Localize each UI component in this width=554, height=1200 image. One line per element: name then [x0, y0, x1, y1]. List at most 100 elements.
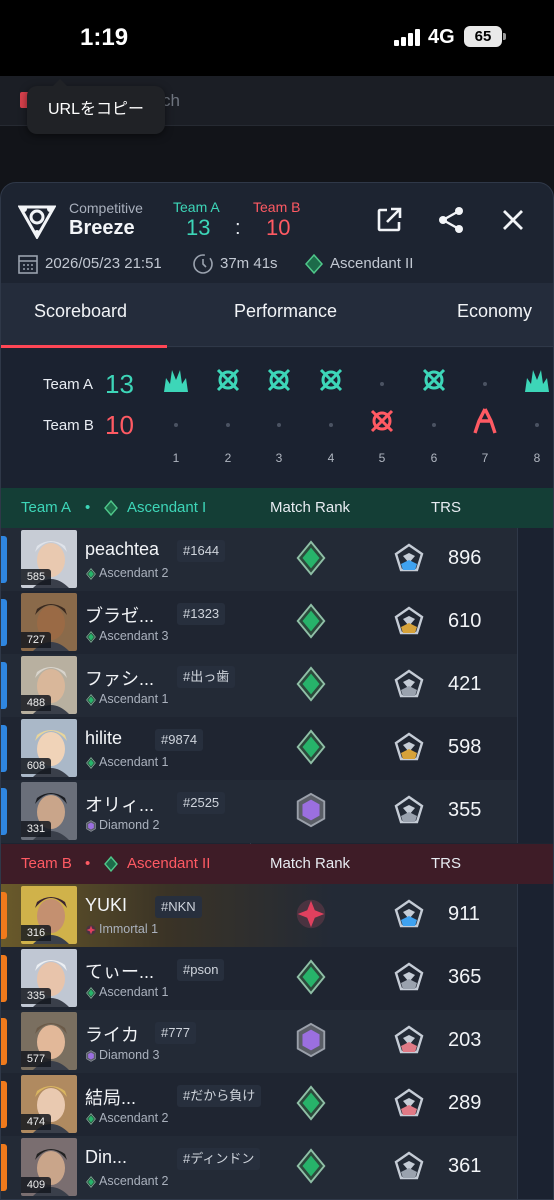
round-number: 6: [430, 451, 438, 465]
trs-tier-icon: [393, 731, 425, 763]
player-name[interactable]: オリィ...: [85, 791, 154, 817]
calendar-icon: [18, 255, 38, 274]
player-row[interactable]: 474 結局... #だから負け Ascendant 2 289: [1, 1073, 553, 1136]
ascendant-rank-icon: [104, 500, 118, 516]
player-level: 316: [21, 925, 51, 941]
player-rank: Ascendant 1: [99, 755, 169, 769]
elimination-icon[interactable]: [368, 407, 396, 435]
copy-url-tooltip[interactable]: URLをコピー: [27, 79, 165, 134]
team-color-bar: [1, 892, 7, 939]
player-name[interactable]: peachtea: [85, 539, 159, 560]
elimination-icon[interactable]: [317, 366, 345, 394]
timeline-team-a-score: 13: [105, 369, 134, 399]
spike-detonate-icon[interactable]: [523, 366, 551, 394]
player-level: 488: [21, 695, 51, 711]
player-rank: Diamond 3: [99, 1048, 160, 1062]
tab-performance[interactable]: Performance: [234, 301, 337, 322]
player-tag: #pson: [177, 959, 225, 981]
trs-score: 421: [448, 673, 482, 695]
defuse-icon[interactable]: [471, 407, 499, 435]
match-rank-icon: [293, 603, 329, 641]
timeline-team-b-score: 10: [105, 410, 134, 440]
average-rank: Ascendant II: [330, 255, 414, 272]
row-extra-column: [517, 528, 553, 591]
player-row[interactable]: 488 ファシ... #出っ歯 Ascendant 1 421: [1, 654, 553, 717]
row-extra-column: [517, 591, 553, 654]
team-color-bar: [1, 1081, 7, 1128]
match-rank-icon: [293, 1085, 329, 1123]
team-a-label: Team A: [173, 199, 220, 215]
player-row[interactable]: 577 ライカ #777 Diamond 3 203: [1, 1010, 553, 1073]
player-tag: #2525: [177, 792, 226, 814]
player-rank: Ascendant 1: [99, 985, 169, 999]
spike-detonate-icon[interactable]: [162, 366, 190, 394]
diamond-rank-icon: [85, 819, 97, 832]
elimination-icon[interactable]: [420, 366, 448, 394]
round-empty-dot: [277, 423, 281, 427]
trs-column-header: TRS: [431, 855, 461, 872]
round-number: 2: [224, 451, 232, 465]
ascendant-rank-icon: [85, 756, 97, 769]
player-level: 474: [21, 1114, 51, 1130]
elimination-icon[interactable]: [265, 366, 293, 394]
player-name[interactable]: ライカ: [85, 1021, 139, 1047]
player-row[interactable]: 335 てぃー... #pson Ascendant 1 365: [1, 947, 553, 1010]
round-number: 1: [172, 451, 180, 465]
ascendant-rank-icon: [85, 693, 97, 706]
team-a-score: 13: [186, 215, 211, 240]
tab-economy[interactable]: Economy: [457, 301, 532, 322]
row-extra-column: [517, 654, 553, 717]
player-name[interactable]: YUKI: [85, 895, 127, 916]
team-a-average-rank: Ascendant I: [127, 499, 207, 516]
ascendant-rank-icon: [104, 856, 118, 872]
player-rank: Ascendant 2: [99, 1174, 169, 1188]
player-name[interactable]: 結局...: [85, 1084, 136, 1110]
ascendant-rank-icon: [85, 630, 97, 643]
round-number: 3: [275, 451, 283, 465]
tab-scoreboard[interactable]: Scoreboard: [34, 301, 127, 322]
team-b-header-name: Team B: [21, 855, 72, 872]
player-rank: Ascendant 3: [99, 629, 169, 643]
elimination-icon[interactable]: [214, 366, 242, 394]
map-name: Breeze: [69, 217, 135, 239]
player-name[interactable]: てぃー...: [85, 958, 154, 984]
player-level: 409: [21, 1177, 51, 1193]
match-rank-icon: [293, 540, 329, 578]
player-name[interactable]: Din...: [85, 1147, 127, 1168]
player-row[interactable]: 585 peachtea #1644 Ascendant 2 896: [1, 528, 553, 591]
player-row[interactable]: 608 hilite #9874 Ascendant 1 598: [1, 717, 553, 780]
share-icon[interactable]: [436, 205, 466, 235]
player-name[interactable]: ブラゼ...: [85, 602, 154, 628]
match-duration: 37m 41s: [220, 255, 278, 272]
trs-column-header: TRS: [431, 499, 461, 516]
player-row[interactable]: 727 ブラゼ... #1323 Ascendant 3 610: [1, 591, 553, 654]
row-extra-column: [517, 780, 553, 843]
row-extra-column: [517, 1010, 553, 1073]
open-external-icon[interactable]: [374, 205, 404, 235]
player-level: 585: [21, 569, 51, 585]
player-name[interactable]: ファシ...: [85, 665, 154, 691]
player-name[interactable]: hilite: [85, 728, 122, 749]
match-rank-icon: [293, 896, 329, 934]
player-row[interactable]: 409 Din... #ディンドン Ascendant 2 361: [1, 1136, 553, 1199]
team-color-bar: [1, 536, 7, 583]
row-extra-column: [517, 1073, 553, 1136]
match-rank-icon: [293, 959, 329, 997]
player-rank: Diamond 2: [99, 818, 160, 832]
player-rank: Ascendant 2: [99, 1111, 169, 1125]
signal-icon: [394, 28, 422, 46]
trs-score: 203: [448, 1029, 482, 1051]
trs-score: 610: [448, 610, 482, 632]
team-color-bar: [1, 788, 7, 835]
status-bar: 1:19 4G 65: [0, 0, 554, 76]
player-row[interactable]: 316 YUKI #NKN Immortal 1 911: [1, 884, 553, 947]
player-tag: #1644: [177, 540, 226, 562]
round-number: 7: [481, 451, 489, 465]
ascendant-rank-icon: [85, 1175, 97, 1188]
player-row[interactable]: 331 オリィ... #2525 Diamond 2 355: [1, 780, 553, 843]
team-color-bar: [1, 1144, 7, 1191]
team-color-bar: [1, 725, 7, 772]
trs-tier-icon: [393, 605, 425, 637]
status-time: 1:19: [80, 24, 129, 51]
close-icon[interactable]: [498, 205, 528, 235]
